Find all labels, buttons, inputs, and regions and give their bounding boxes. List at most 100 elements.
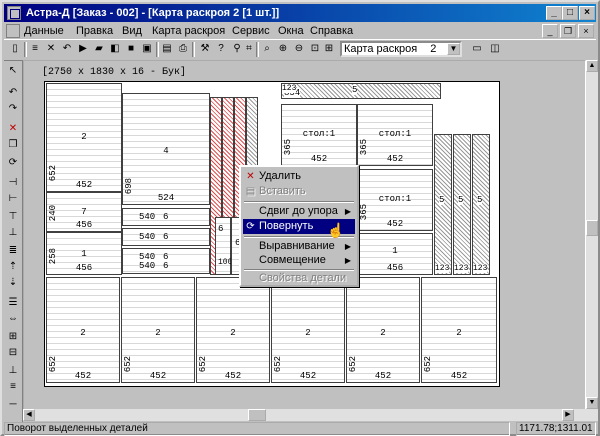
- part-6[interactable]: 540 6: [122, 228, 210, 246]
- menu-view[interactable]: Вид: [122, 24, 142, 38]
- list-icon[interactable]: ≡: [28, 42, 42, 56]
- menu-item-combine[interactable]: Совмещение ▶: [243, 253, 355, 268]
- part-2[interactable]: 2 652 452: [46, 277, 120, 383]
- print-icon[interactable]: ⎙: [176, 42, 190, 56]
- help-icon[interactable]: ?: [214, 42, 228, 56]
- menu-windows[interactable]: Окна: [278, 24, 304, 38]
- window-tile-icon[interactable]: ▭: [470, 42, 484, 56]
- align-bottom-icon[interactable]: ⊥: [6, 226, 20, 240]
- save-icon[interactable]: ■: [124, 42, 138, 56]
- menu-item-shift-to-stop[interactable]: Сдвиг до упора ▶: [243, 204, 355, 219]
- vertical-scrollbar[interactable]: ▲ ▼: [586, 60, 598, 421]
- mdi-restore-button[interactable]: ❐: [560, 24, 576, 38]
- maximize-button[interactable]: □: [562, 6, 578, 20]
- close-button[interactable]: ×: [579, 6, 595, 20]
- arrows-icon[interactable]: ⇔: [6, 312, 20, 326]
- part-2[interactable]: 2 652 452: [346, 277, 420, 383]
- part-6[interactable]: 540 6: [122, 208, 210, 226]
- part-4[interactable]: 4 698 524: [122, 93, 210, 205]
- part-2[interactable]: 2 652 452: [421, 277, 497, 383]
- mdi-minimize-button[interactable]: _: [542, 24, 558, 38]
- part-2[interactable]: 2 652 452: [271, 277, 345, 383]
- combine-icon[interactable]: ⊞: [6, 330, 20, 344]
- cutting-map-select[interactable]: Карта раскроя 2 ▼: [340, 41, 462, 57]
- part-5-vertical[interactable]: 5 123: [453, 134, 471, 275]
- chevron-down-icon[interactable]: ▼: [447, 43, 460, 55]
- part-width: 452: [224, 371, 242, 381]
- part-2[interactable]: 2 652 452: [196, 277, 270, 383]
- split-icon[interactable]: ⊟: [6, 346, 20, 360]
- preview-icon[interactable]: ▤: [160, 42, 174, 56]
- delete-icon[interactable]: ✕: [6, 122, 20, 136]
- open-folder-icon[interactable]: ▰: [92, 42, 106, 56]
- status-message: Поворот выделенных деталей: [4, 422, 510, 436]
- shift-up-icon[interactable]: ⇡: [6, 260, 20, 274]
- zoom-fit-icon[interactable]: ⊡: [308, 42, 322, 56]
- menu-data[interactable]: Данные: [24, 24, 64, 38]
- scroll-up-icon[interactable]: ▲: [586, 60, 598, 72]
- app-icon[interactable]: [7, 6, 21, 20]
- part-5[interactable]: 854 5 123: [281, 83, 441, 99]
- crop-icon[interactable]: ⌗: [242, 42, 256, 56]
- menu-service[interactable]: Сервис: [232, 24, 270, 38]
- open-icon[interactable]: ◧: [108, 42, 122, 56]
- align-left-icon[interactable]: ⊣: [6, 176, 20, 190]
- menu-item-properties[interactable]: Свойства детали: [243, 271, 355, 286]
- grid-icon[interactable]: ⊞: [322, 42, 336, 56]
- scroll-down-icon[interactable]: ▼: [586, 397, 598, 409]
- copy-icon[interactable]: ❐: [6, 138, 20, 152]
- menu-edit[interactable]: Правка: [76, 24, 113, 38]
- document-icon[interactable]: [6, 24, 20, 38]
- scroll-left-icon[interactable]: ◀: [23, 409, 35, 421]
- align-top-icon[interactable]: ⊤: [6, 210, 20, 224]
- play-icon[interactable]: ▶: [76, 42, 90, 56]
- delete-icon[interactable]: ✕: [44, 42, 58, 56]
- mdi-close-button[interactable]: ×: [578, 24, 594, 38]
- line-icon[interactable]: ─: [6, 398, 20, 412]
- horizontal-scroll-thumb[interactable]: [248, 409, 266, 421]
- part-2[interactable]: 2 652 452: [121, 277, 195, 383]
- part-stol[interactable]: стол:1 365 452: [357, 169, 433, 231]
- redo-icon[interactable]: ↷: [6, 102, 20, 116]
- zoom-icon[interactable]: ⌕: [260, 42, 274, 56]
- part-6-vertical[interactable]: 6 100: [215, 217, 232, 275]
- part-1[interactable]: 1 258 456: [46, 232, 122, 275]
- measure-icon[interactable]: ⊥: [6, 364, 20, 378]
- hammer-icon[interactable]: ⚒: [198, 42, 212, 56]
- align-right-icon[interactable]: ⊢: [6, 192, 20, 206]
- undo-icon[interactable]: ↶: [6, 86, 20, 100]
- part-5-vertical[interactable]: 5 123: [434, 134, 452, 275]
- part-stol[interactable]: стол:1 365 452: [357, 104, 433, 166]
- part-width: 123: [435, 264, 450, 273]
- menu-item-delete[interactable]: ✕ Удалить: [243, 169, 355, 184]
- title-bar[interactable]: Астра-Д [Заказ - 002] - [Карта раскроя 2…: [4, 4, 596, 22]
- part-5-vertical[interactable]: 5 123: [472, 134, 490, 275]
- part-7[interactable]: 7 240 456: [46, 192, 122, 232]
- part-stol[interactable]: стол:1 365 452: [281, 104, 357, 166]
- part-height: 258: [48, 247, 58, 264]
- window-split-icon[interactable]: ◫: [488, 42, 502, 56]
- pointer-icon[interactable]: ↖: [6, 64, 20, 78]
- shift-down-icon[interactable]: ⇣: [6, 276, 20, 290]
- part-2[interactable]: 2 652 452: [46, 83, 122, 192]
- menu-help[interactable]: Справка: [310, 24, 353, 38]
- part-number: стол:1: [302, 129, 336, 139]
- new-document-icon[interactable]: ▯: [8, 42, 22, 56]
- vertical-scroll-thumb[interactable]: [586, 220, 598, 236]
- part-1[interactable]: 1 456: [357, 233, 433, 275]
- rotate-icon[interactable]: ⟳: [6, 156, 20, 170]
- menu-cutting-map[interactable]: Карта раскроя: [152, 24, 225, 38]
- undo-icon[interactable]: ↶: [60, 42, 74, 56]
- distribute-icon[interactable]: ≣: [6, 244, 20, 258]
- save-all-icon[interactable]: ▣: [140, 42, 154, 56]
- stack-icon[interactable]: ☰: [6, 296, 20, 310]
- minimize-button[interactable]: _: [546, 6, 562, 20]
- scroll-right-icon[interactable]: ▶: [562, 409, 574, 421]
- menu-item-align[interactable]: Выравнивание ▶: [243, 239, 355, 254]
- horizontal-scrollbar[interactable]: ◀ ▶: [23, 409, 586, 421]
- zoom-out-icon[interactable]: ⊖: [292, 42, 306, 56]
- menu-item-paste[interactable]: ▤ Вставить: [243, 184, 355, 199]
- zoom-in-icon[interactable]: ⊕: [276, 42, 290, 56]
- lines-icon[interactable]: ≡: [6, 380, 20, 394]
- part-6[interactable]: 540 6: [122, 260, 210, 274]
